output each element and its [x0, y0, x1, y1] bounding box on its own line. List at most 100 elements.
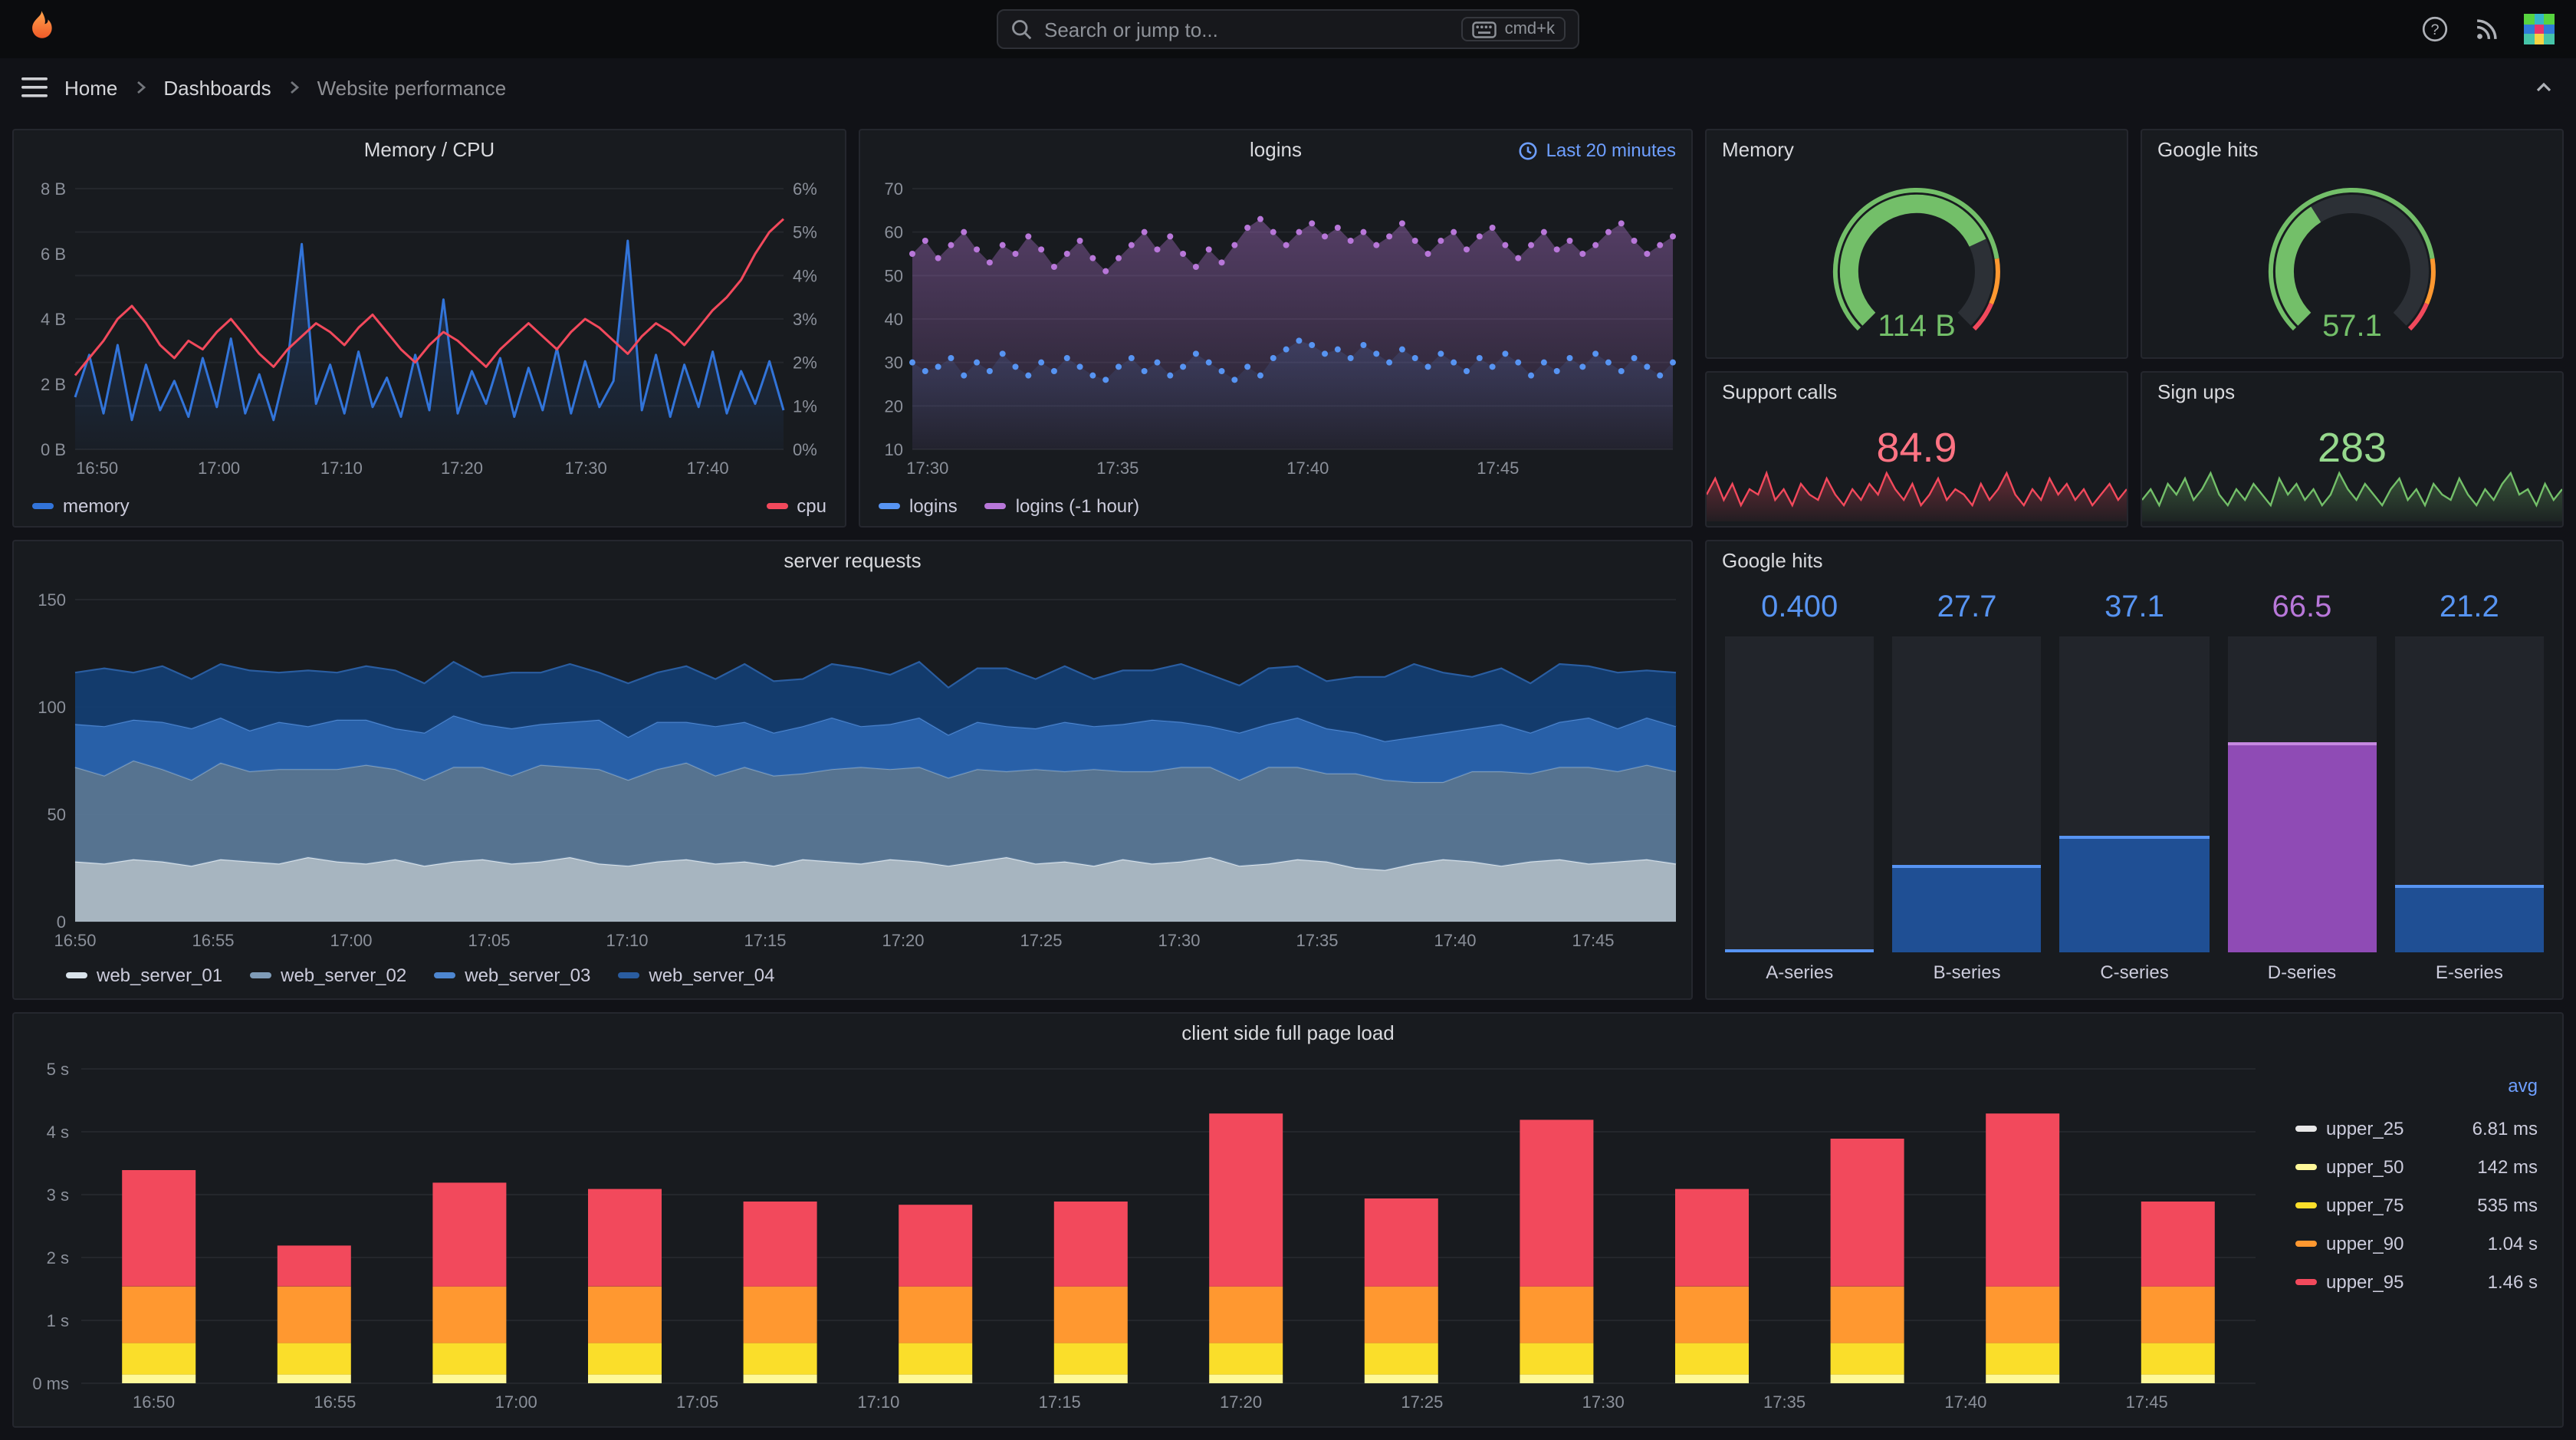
bar-value: 37.1 — [2104, 590, 2164, 624]
grafana-app: Search or jump to... cmd+k ? Home Dashbo… — [0, 0, 2576, 1440]
bar-label: C-series — [2100, 962, 2169, 983]
svg-text:17:40: 17:40 — [1286, 459, 1329, 478]
bar-value: 0.400 — [1761, 590, 1838, 624]
svg-text:20: 20 — [885, 396, 903, 416]
breadcrumb-home[interactable]: Home — [64, 76, 117, 99]
legend-color-upper-50 — [2295, 1163, 2317, 1169]
collapse-chevron-up-icon[interactable] — [2533, 77, 2555, 98]
bar-label: A-series — [1766, 962, 1834, 983]
svg-text:0%: 0% — [793, 440, 817, 459]
bar-track — [2059, 636, 2210, 952]
legend-item-upper-75[interactable]: upper_75 535 ms — [2295, 1185, 2538, 1224]
svg-text:17:10: 17:10 — [606, 931, 648, 950]
panel-memory-cpu: Memory / CPU 0 B 2 B 4 B 6 B 8 B 0% 1% 2% 3% 4% 5%… — [12, 129, 846, 528]
legend-item-logins[interactable]: logins — [879, 495, 958, 517]
legend-item-web-server-02[interactable]: web_server_02 — [250, 965, 406, 986]
panel-sign-ups: Sign ups 283 — [2141, 371, 2564, 528]
panel-google-hits-bars: Google hits 0.400 A-series 27.7 B-series… — [1705, 540, 2564, 1000]
bar-gauge-b-series: 27.7 B-series — [1892, 587, 2042, 986]
legend-color-web-server-04 — [618, 972, 640, 978]
svg-text:6%: 6% — [793, 179, 817, 199]
page-load-chart[interactable]: 0 ms 1 s 2 s 3 s 4 s 5 s 16:50 16:55 17:00 17:05 1… — [14, 1054, 2562, 1417]
panel-title[interactable]: client side full page load — [14, 1014, 2562, 1054]
panel-title[interactable]: server requests — [14, 541, 1691, 581]
legend-avg-value: 1.46 s — [2487, 1271, 2538, 1292]
svg-text:17:40: 17:40 — [1434, 931, 1476, 950]
svg-text:10: 10 — [885, 440, 903, 459]
legend-avg-value: 6.81 ms — [2472, 1117, 2538, 1139]
breadcrumb-current-page: Website performance — [317, 76, 507, 99]
gauge-value: 114 B — [1878, 310, 1956, 344]
legend-item-logins-prev[interactable]: logins (-1 hour) — [984, 495, 1139, 517]
panel-title[interactable]: Memory — [1707, 130, 2127, 170]
svg-text:1 s: 1 s — [47, 1311, 69, 1330]
memory-cpu-chart[interactable]: 0 B 2 B 4 B 6 B 8 B 0% 1% 2% 3% 4% 5% 6% 16:50 17:00 1… — [14, 170, 845, 486]
avatar[interactable] — [2524, 14, 2555, 44]
svg-text:17:45: 17:45 — [1572, 931, 1614, 950]
panel-title[interactable]: Memory / CPU — [14, 130, 845, 170]
legend-item-upper-25[interactable]: upper_25 6.81 ms — [2295, 1109, 2538, 1147]
menu-icon[interactable] — [21, 77, 49, 98]
logins-chart[interactable]: 10 20 30 40 50 60 70 17:30 17:35 17:40 17:45 — [860, 170, 1691, 486]
rss-icon[interactable] — [2473, 16, 2499, 42]
svg-text:4%: 4% — [793, 266, 817, 285]
server-requests-chart[interactable]: 0 50 100 150 16:50 16:55 17:00 17:05 17:10 17:15 1… — [14, 581, 1691, 955]
svg-text:3 s: 3 s — [47, 1185, 69, 1205]
help-icon[interactable]: ? — [2421, 15, 2449, 43]
bar-gauge-a-series: 0.400 A-series — [1725, 587, 1875, 986]
clock-icon — [1519, 140, 1539, 160]
bar-value: 27.7 — [1937, 590, 1997, 624]
svg-text:100: 100 — [38, 698, 66, 717]
panel-title[interactable]: Google hits — [1707, 541, 2562, 581]
search-placeholder: Search or jump to... — [1044, 18, 1218, 41]
top-bar: Search or jump to... cmd+k ? — [0, 0, 2576, 58]
chevron-right-icon — [287, 80, 302, 95]
grafana-logo-icon[interactable] — [21, 9, 61, 49]
legend-item-web-server-03[interactable]: web_server_03 — [434, 965, 590, 986]
legend-label-cpu: cpu — [797, 495, 826, 517]
svg-text:16:50: 16:50 — [133, 1392, 175, 1412]
bar-label: D-series — [2267, 962, 2337, 983]
bar-track — [1892, 636, 2042, 952]
svg-text:0 ms: 0 ms — [32, 1374, 69, 1393]
panel-support-calls: Support calls 84.9 — [1705, 371, 2128, 528]
legend-item-upper-50[interactable]: upper_50 142 ms — [2295, 1147, 2538, 1185]
svg-text:50: 50 — [885, 266, 903, 285]
legend-item-memory[interactable]: memory — [32, 495, 130, 517]
bar-track — [1725, 636, 1875, 952]
svg-text:30: 30 — [885, 353, 903, 373]
svg-text:4 B: 4 B — [41, 310, 66, 329]
legend-avg-value: 142 ms — [2477, 1156, 2538, 1177]
svg-text:70: 70 — [885, 179, 903, 199]
svg-text:17:40: 17:40 — [687, 459, 729, 478]
legend-color-logins — [879, 503, 900, 509]
legend-color-upper-90 — [2295, 1240, 2317, 1246]
legend-color-upper-95 — [2295, 1278, 2317, 1284]
legend-item-cpu[interactable]: cpu — [766, 495, 826, 517]
bar-gauge-d-series: 66.5 D-series — [2227, 587, 2377, 986]
svg-text:4 s: 4 s — [47, 1123, 69, 1142]
panel-logins: logins Last 20 minutes 10 20 30 40 50 60 70 17:… — [859, 129, 1693, 528]
panel-page-load: client side full page load 0 ms 1 s 2 s 3 s… — [12, 1012, 2564, 1428]
svg-text:2 s: 2 s — [47, 1248, 69, 1267]
panel-title[interactable]: Google hits — [2142, 130, 2562, 170]
legend-label-logins: logins — [909, 495, 958, 517]
legend-item-web-server-04[interactable]: web_server_04 — [618, 965, 775, 986]
time-range-label[interactable]: Last 20 minutes — [1519, 140, 1676, 161]
gauge-value: 57.1 — [2322, 310, 2382, 344]
svg-text:0 B: 0 B — [41, 440, 66, 459]
panel-memory-gauge: Memory 114 B — [1705, 129, 2128, 359]
svg-text:17:30: 17:30 — [1158, 931, 1200, 950]
bar-track — [2394, 636, 2545, 952]
breadcrumb-dashboards[interactable]: Dashboards — [163, 76, 271, 99]
svg-text:17:25: 17:25 — [1401, 1392, 1443, 1412]
legend-item-web-server-01[interactable]: web_server_01 — [66, 965, 222, 986]
search-input[interactable]: Search or jump to... cmd+k — [997, 9, 1579, 49]
legend-color-web-server-02 — [250, 972, 272, 978]
legend-label-memory: memory — [63, 495, 130, 517]
bar-fill — [2227, 742, 2377, 952]
legend-item-upper-90[interactable]: upper_90 1.04 s — [2295, 1224, 2538, 1262]
legend-color-web-server-01 — [66, 972, 87, 978]
svg-text:17:35: 17:35 — [1296, 931, 1338, 950]
legend-item-upper-95[interactable]: upper_95 1.46 s — [2295, 1262, 2538, 1300]
